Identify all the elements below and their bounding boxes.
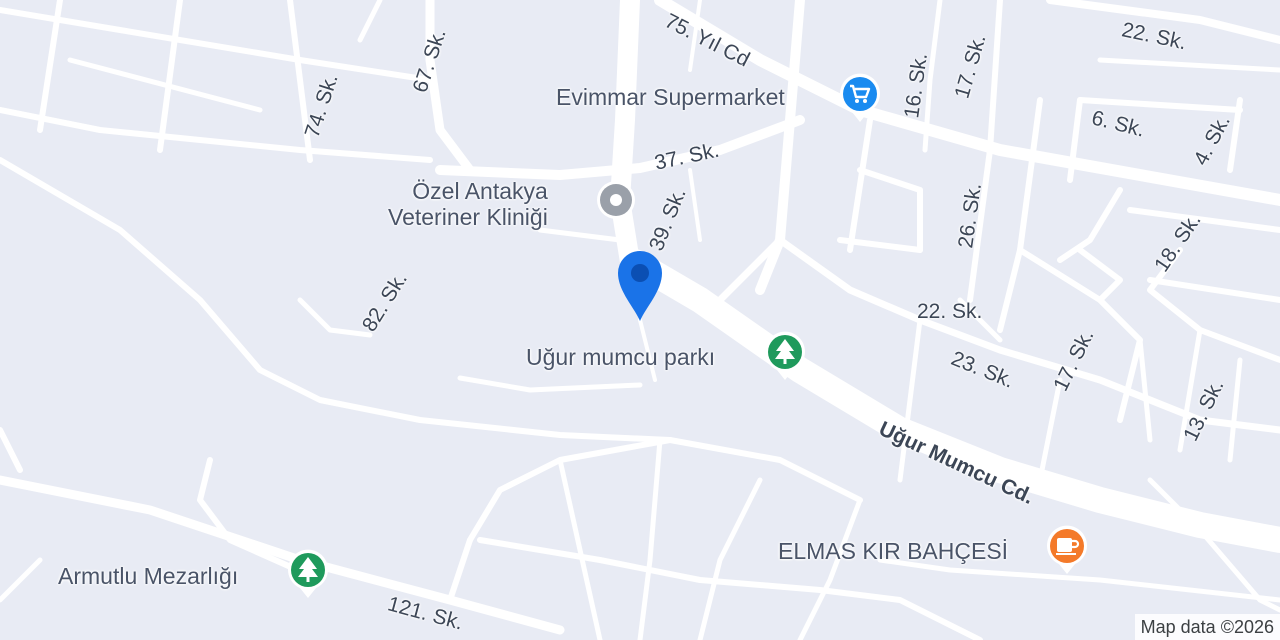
poi-evimmar-supermarket[interactable]: Evimmar Supermarket — [556, 84, 785, 110]
poi-armutlu-mezarligi[interactable]: Armutlu Mezarlığı — [58, 563, 238, 589]
generic-place-icon[interactable] — [593, 178, 639, 230]
tree-icon[interactable] — [762, 330, 808, 382]
poi-label: Evimmar Supermarket — [556, 84, 785, 110]
poi-label: Özel Antakya Veteriner Kliniği — [388, 178, 548, 230]
road-label-22-sk-south: 22. Sk. — [917, 300, 983, 323]
location-pin-icon[interactable] — [614, 247, 666, 323]
poi-label: Uğur mumcu parkı — [526, 344, 716, 370]
poi-label: ELMAS KIR BAHÇESİ — [778, 538, 1009, 564]
poi-label: Armutlu Mezarlığı — [58, 563, 239, 589]
poi-veteriner-klinigi[interactable]: Özel Antakya Veteriner Kliniği — [388, 178, 548, 230]
tree-icon[interactable] — [285, 548, 331, 600]
map-canvas[interactable]: 75. Yıl Cd 22. Sk. 67. Sk. 74. Sk. 16. S… — [0, 0, 1280, 640]
poi-ugur-mumcu-parki[interactable]: Uğur mumcu parkı — [526, 344, 715, 370]
shopping-cart-icon[interactable] — [837, 72, 883, 124]
coffee-cup-icon[interactable] — [1044, 524, 1090, 576]
map-attribution: Map data ©2026 — [1134, 614, 1280, 640]
poi-elmas-kir-bahcesi[interactable]: ELMAS KIR BAHÇESİ — [778, 538, 1008, 564]
